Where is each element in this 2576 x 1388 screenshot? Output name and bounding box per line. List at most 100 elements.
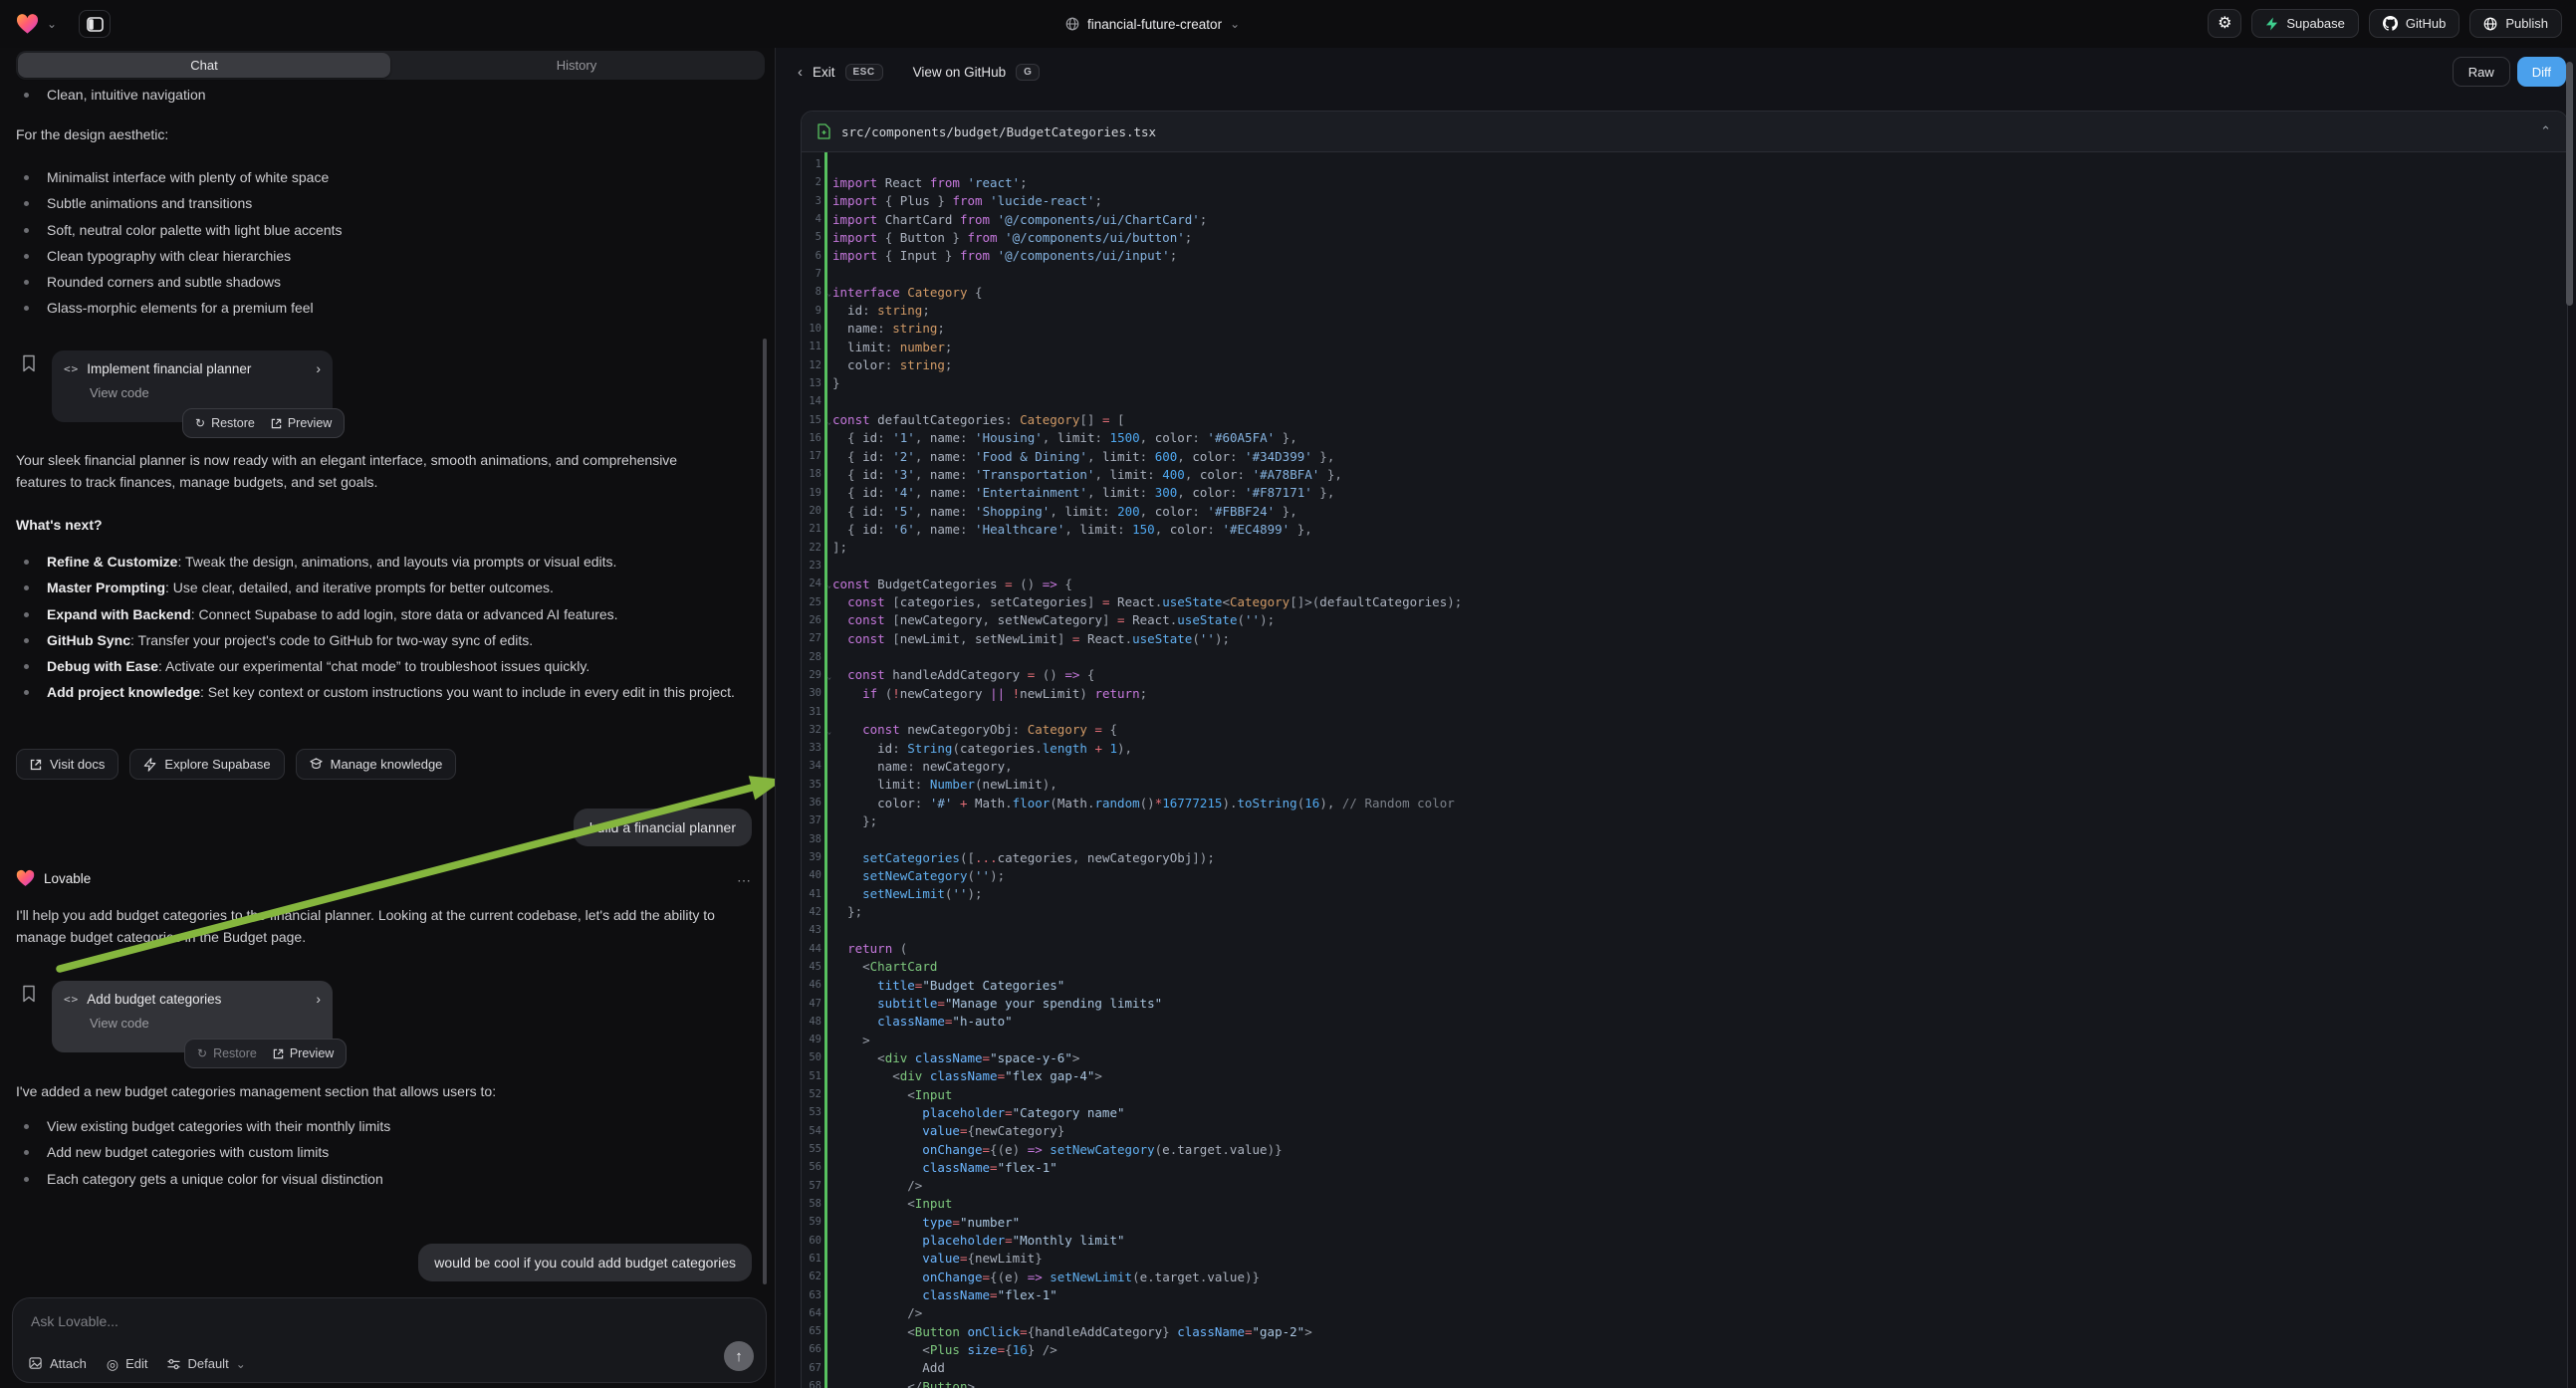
code-row: 45 <ChartCard (802, 958, 2567, 976)
code-row: 66 <Plus size={16} /> (802, 1340, 2567, 1358)
github-button[interactable]: GitHub (2369, 9, 2459, 38)
list-item: GitHub Sync: Transfer your project's cod… (16, 627, 750, 653)
code-row: 2import React from 'react'; (802, 173, 2567, 191)
publish-globe-icon (2483, 17, 2497, 31)
design-heading: For the design aesthetic: (16, 123, 168, 145)
external-link-icon (271, 418, 282, 429)
external-link-icon (273, 1048, 284, 1059)
code-row: 41 setNewLimit(''); (802, 885, 2567, 903)
code-row: 50 <div className="space-y-6"> (802, 1048, 2567, 1066)
raw-toggle-button[interactable]: Raw (2453, 57, 2510, 87)
toggle-sidebar-button[interactable] (79, 10, 111, 38)
g-key-badge: G (1016, 64, 1040, 81)
code-row: 5import { Button } from '@/components/ui… (802, 228, 2567, 246)
restore-button[interactable]: ↻ Restore (195, 416, 255, 430)
project-name: financial-future-creator (1087, 17, 1222, 32)
settings-button[interactable]: ⚙ (2208, 9, 2241, 38)
chat-input[interactable] (29, 1312, 605, 1330)
code-row: 9 id: string; (802, 302, 2567, 320)
code-row: 31 (802, 702, 2567, 720)
file-diff-card: src/components/budget/BudgetCategories.t… (801, 111, 2568, 1388)
bookmark-icon[interactable] (22, 354, 36, 372)
attach-button[interactable]: Attach (29, 1356, 87, 1371)
tab-history[interactable]: History (390, 53, 763, 78)
code-row: 4import ChartCard from '@/components/ui/… (802, 210, 2567, 228)
manage-knowledge-button[interactable]: Manage knowledge (296, 749, 457, 780)
code-row: 3import { Plus } from 'lucide-react'; (802, 192, 2567, 210)
sliders-icon (167, 1358, 180, 1370)
target-icon: ◎ (107, 1357, 118, 1371)
project-switcher[interactable]: financial-future-creator ⌄ (1065, 0, 1240, 48)
explore-supabase-button[interactable]: Explore Supabase (129, 749, 284, 780)
code-row: 67 Add (802, 1359, 2567, 1377)
code-row: 27 const [newLimit, setNewLimit] = React… (802, 629, 2567, 647)
fold-chevron-icon[interactable]: ⌄ (827, 418, 831, 426)
list-item: Add project knowledge: Set key context o… (16, 679, 750, 705)
preview-button[interactable]: Preview (271, 416, 332, 430)
chat-scrollbar-thumb[interactable] (763, 339, 767, 1284)
restore-icon: ↻ (195, 417, 205, 429)
publish-button[interactable]: Publish (2469, 9, 2562, 38)
lovable-logo-heart-icon[interactable] (16, 13, 39, 35)
code-row: 42 }; (802, 903, 2567, 921)
code-row: 58 <Input (802, 1195, 2567, 1213)
project-chevron-down-icon: ⌄ (1230, 18, 1240, 30)
supabase-button[interactable]: Supabase (2251, 9, 2359, 38)
code-row: 56 className="flex-1" (802, 1158, 2567, 1176)
chevron-left-icon[interactable]: ‹ (798, 64, 803, 81)
code-scrollbar-thumb[interactable] (2566, 62, 2573, 306)
supabase-icon (2265, 17, 2278, 31)
exit-button[interactable]: Exit (813, 65, 835, 80)
user-message-bubble: build a financial planner (574, 809, 752, 846)
bookmark-icon[interactable] (22, 985, 36, 1003)
preview-button[interactable]: Preview (273, 1046, 334, 1060)
code-row: 30 if (!newCategory || !newLimit) return… (802, 684, 2567, 702)
view-on-github-button[interactable]: View on GitHub (913, 65, 1007, 80)
code-lines: 12import React from 'react';3import { Pl… (802, 152, 2567, 1388)
code-row: 10 name: string; (802, 320, 2567, 338)
code-row: 36 color: '#' + Math.floor(Math.random()… (802, 794, 2567, 811)
code-row: 60 placeholder="Monthly limit" (802, 1231, 2567, 1249)
collapse-chevron-up-icon[interactable]: ⌃ (2540, 123, 2551, 139)
model-selector[interactable]: Default ⌄ (167, 1356, 245, 1371)
fold-chevron-icon[interactable]: ⌄ (827, 581, 831, 589)
code-row: 8⌄interface Category { (802, 283, 2567, 301)
code-row: 62 onChange={(e) => setNewLimit(e.target… (802, 1268, 2567, 1285)
fold-chevron-icon[interactable]: ⌄ (827, 728, 831, 736)
code-row: 16 { id: '1', name: 'Housing', limit: 15… (802, 429, 2567, 447)
chat-panel: Chat History Clean, intuitive navigation… (0, 48, 775, 1388)
code-row: 40 setNewCategory(''); (802, 866, 2567, 884)
code-row: 12 color: string; (802, 355, 2567, 373)
visit-docs-button[interactable]: Visit docs (16, 749, 118, 780)
fold-chevron-icon[interactable]: ⌄ (827, 673, 831, 681)
code-icon: <> (64, 362, 79, 375)
code-row: 1 (802, 155, 2567, 173)
restore-button[interactable]: ↻ Restore (197, 1046, 257, 1060)
code-row: 52 <Input (802, 1085, 2567, 1103)
code-row: 13} (802, 374, 2567, 392)
fold-chevron-icon[interactable]: ⌄ (827, 290, 831, 298)
view-code-link[interactable]: View code (90, 1016, 321, 1031)
edit-mode-button[interactable]: ◎ Edit (107, 1356, 148, 1371)
code-row: 57 /> (802, 1177, 2567, 1195)
whats-next-heading: What's next? (16, 517, 103, 533)
view-code-link[interactable]: View code (90, 385, 321, 400)
message-more-menu-icon[interactable]: ⋯ (737, 872, 752, 889)
code-row: 63 className="flex-1" (802, 1285, 2567, 1303)
chat-history-tabs: Chat History (16, 51, 765, 80)
workspace-chevron-down-icon[interactable]: ⌄ (47, 18, 57, 30)
github-icon (2383, 16, 2398, 31)
send-button[interactable]: ↑ (724, 1341, 754, 1371)
tab-chat[interactable]: Chat (18, 53, 390, 78)
code-row: 51 <div className="flex gap-4"> (802, 1067, 2567, 1085)
code-row: 25 const [categories, setCategories] = R… (802, 593, 2567, 611)
code-row: 19 { id: '4', name: 'Entertainment', lim… (802, 484, 2567, 502)
assistant-header: Lovable (16, 869, 91, 887)
file-header[interactable]: src/components/budget/BudgetCategories.t… (802, 112, 2567, 152)
list-item: Subtle animations and transitions (16, 190, 343, 216)
diff-toggle-button[interactable]: Diff (2517, 57, 2566, 87)
code-row: 44 return ( (802, 939, 2567, 957)
lovable-app-window: ⌄ financial-future-creator ⌄ ⚙ (0, 0, 2576, 1388)
top-bar: ⌄ financial-future-creator ⌄ ⚙ (0, 0, 2576, 48)
top-bullet-list: Clean, intuitive navigation (16, 82, 206, 108)
